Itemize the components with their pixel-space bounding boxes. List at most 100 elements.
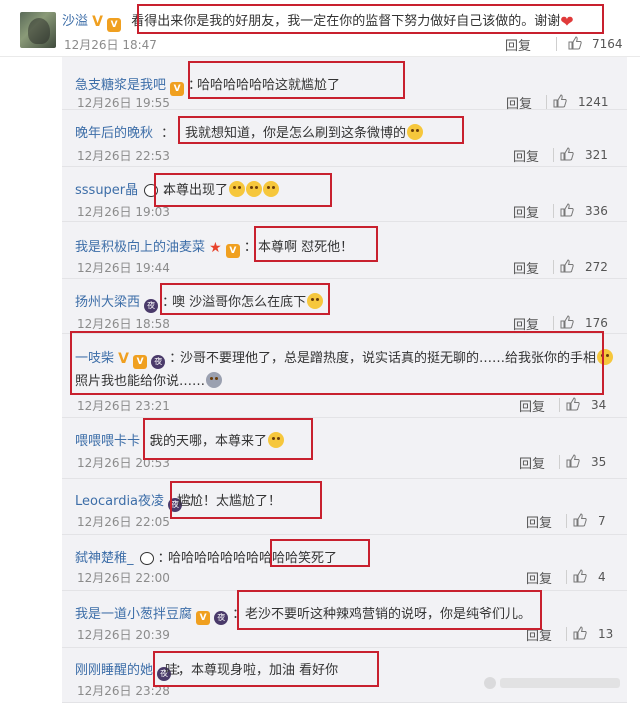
like-count: 1241 — [578, 95, 609, 109]
reply-button[interactable]: 回复 — [513, 146, 539, 165]
colon-separator: ： — [232, 607, 246, 622]
like-count: 176 — [585, 316, 608, 330]
vip-icon: V — [225, 244, 240, 258]
verified-icon: V — [92, 14, 103, 30]
reply-button[interactable]: 回复 — [513, 202, 539, 221]
panda-icon — [142, 182, 159, 197]
avatar[interactable] — [20, 12, 56, 48]
top-comment: 沙溢 V V 看得出来你是我的好朋友，我一定在你的监督下努力做好自己该做的。谢谢… — [0, 0, 640, 57]
vip-icon: V — [107, 18, 122, 32]
like-count: 272 — [585, 260, 608, 274]
divider — [556, 37, 557, 51]
star-icon: ★ — [209, 240, 222, 256]
emoji-icon — [407, 124, 424, 140]
reply-button[interactable]: 回复 — [519, 453, 545, 472]
divider — [546, 95, 547, 109]
thumbs-up-icon[interactable] — [553, 94, 567, 108]
divider — [566, 570, 567, 584]
comment-time: 12月26日 18:58 — [77, 317, 170, 331]
divider — [559, 455, 560, 469]
divider — [553, 260, 554, 274]
verified-icon: V — [118, 351, 129, 367]
like-count: 321 — [585, 148, 608, 162]
commenter-name[interactable]: 弑神楚稚_ — [75, 551, 134, 566]
commenter-name[interactable]: 我是一道小葱拌豆腐 — [75, 607, 192, 622]
emoji-icon — [246, 181, 263, 197]
thumbs-up-icon[interactable] — [560, 147, 574, 161]
emoji-icon — [229, 181, 246, 197]
emoji-icon — [307, 293, 324, 309]
thumbs-up-icon[interactable] — [560, 203, 574, 217]
comment-text: 老沙不要听这种辣鸡营销的说呀，你是纯爷们儿。 — [245, 607, 532, 622]
reply-button[interactable]: 回复 — [505, 35, 531, 54]
emoji-icon — [268, 432, 285, 448]
thumbs-up-icon[interactable] — [560, 259, 574, 273]
commenter-name[interactable]: 我是积极向上的油麦菜 — [75, 240, 205, 255]
night-badge-icon: 夜 — [144, 299, 159, 313]
commenter-name[interactable]: 沙溢 — [62, 14, 88, 29]
commenter-name[interactable]: 急支糖浆是我吧 — [75, 78, 166, 93]
divider — [553, 204, 554, 218]
watermark-logo — [480, 668, 630, 698]
comment-text: 我的天哪，本尊来了 — [150, 434, 268, 449]
panda-icon — [138, 550, 154, 565]
comment-time: 12月26日 19:55 — [77, 96, 170, 110]
commenter-name[interactable]: 扬州大梁西 — [75, 295, 140, 310]
reply-button[interactable]: 回复 — [526, 568, 552, 587]
commenter-name[interactable]: 喂喂喂卡卡 — [75, 434, 140, 449]
commenter-name[interactable]: Leocardia夜凌 — [75, 494, 164, 509]
reply-button[interactable]: 回复 — [526, 625, 552, 644]
like-count: 35 — [591, 455, 607, 469]
comment-text: 哈哈哈哈哈哈这就尴尬了 — [197, 78, 341, 93]
comment-text-continued: 照片我也能给你说…… — [75, 374, 206, 389]
like-count: 34 — [591, 398, 607, 412]
comment-text: 我就想知道，你是怎么刷到这条微博的 — [185, 126, 407, 141]
reply-button[interactable]: 回复 — [519, 396, 545, 415]
commenter-name[interactable]: 一吱柴 — [75, 351, 114, 366]
comment-text: 看得出来你是我的好朋友，我一定在你的监督下努力做好自己该做的。谢谢 — [131, 14, 561, 29]
commenter-name[interactable]: sssuper晶 — [75, 183, 138, 198]
emoji-icon — [597, 349, 614, 365]
comment-text: 噢 沙溢哥你怎么在底下 — [172, 295, 307, 310]
night-badge-icon: 夜 — [214, 611, 229, 625]
thumbs-up-icon[interactable] — [568, 36, 582, 50]
like-count: 13 — [598, 627, 614, 641]
comment-time: 12月26日 23:28 — [77, 684, 170, 698]
comment-text: 本尊出现了 — [163, 183, 229, 198]
comment-time: 12月26日 23:21 — [77, 399, 170, 413]
divider — [553, 148, 554, 162]
comment-text: 沙哥不要理他了，总是蹭热度，说实话真的挺无聊的……给我张你的手相 — [180, 351, 597, 366]
colon-separator: ： — [161, 126, 175, 141]
thumbs-up-icon[interactable] — [573, 513, 587, 527]
thumbs-up-icon[interactable] — [573, 569, 587, 583]
divider — [566, 514, 567, 528]
comment-time: 12月26日 20:39 — [77, 628, 170, 642]
vip-icon: V — [196, 611, 211, 625]
vip-icon: V — [133, 355, 148, 369]
colon-separator: ： — [243, 240, 257, 255]
weibo-comment-thread: 沙溢 V V 看得出来你是我的好朋友，我一定在你的监督下努力做好自己该做的。谢谢… — [0, 0, 640, 703]
comment-text: 尴尬！太尴尬了！ — [177, 494, 282, 509]
comment-time: 12月26日 20:53 — [77, 456, 170, 470]
heart-icon: ❤ — [560, 12, 574, 31]
divider — [559, 398, 560, 412]
thumbs-up-icon[interactable] — [573, 626, 587, 640]
comment-text: 哈哈哈哈哈哈哈哈哈哈笑死了 — [168, 551, 338, 566]
reply-button[interactable]: 回复 — [526, 512, 552, 531]
comment-text: 本尊啊 怼死他！ — [258, 240, 354, 255]
thumbs-up-icon[interactable] — [566, 454, 580, 468]
comment-time: 12月26日 19:03 — [77, 205, 170, 219]
like-count: 7 — [598, 514, 606, 528]
thumbs-up-icon[interactable] — [560, 315, 574, 329]
comment-time: 12月26日 22:53 — [77, 149, 170, 163]
comment-time: 12月26日 19:44 — [77, 261, 170, 275]
reply-button[interactable]: 回复 — [506, 93, 532, 112]
reply-button[interactable]: 回复 — [513, 314, 539, 333]
commenter-name[interactable]: 刚刚睡醒的她 — [75, 663, 153, 678]
thumbs-up-icon[interactable] — [566, 397, 580, 411]
commenter-name[interactable]: 晚年后的晚秋 — [75, 126, 153, 141]
like-count: 4 — [598, 570, 606, 584]
comment-time: 12月26日 22:00 — [77, 571, 170, 585]
divider — [553, 316, 554, 330]
reply-button[interactable]: 回复 — [513, 258, 539, 277]
